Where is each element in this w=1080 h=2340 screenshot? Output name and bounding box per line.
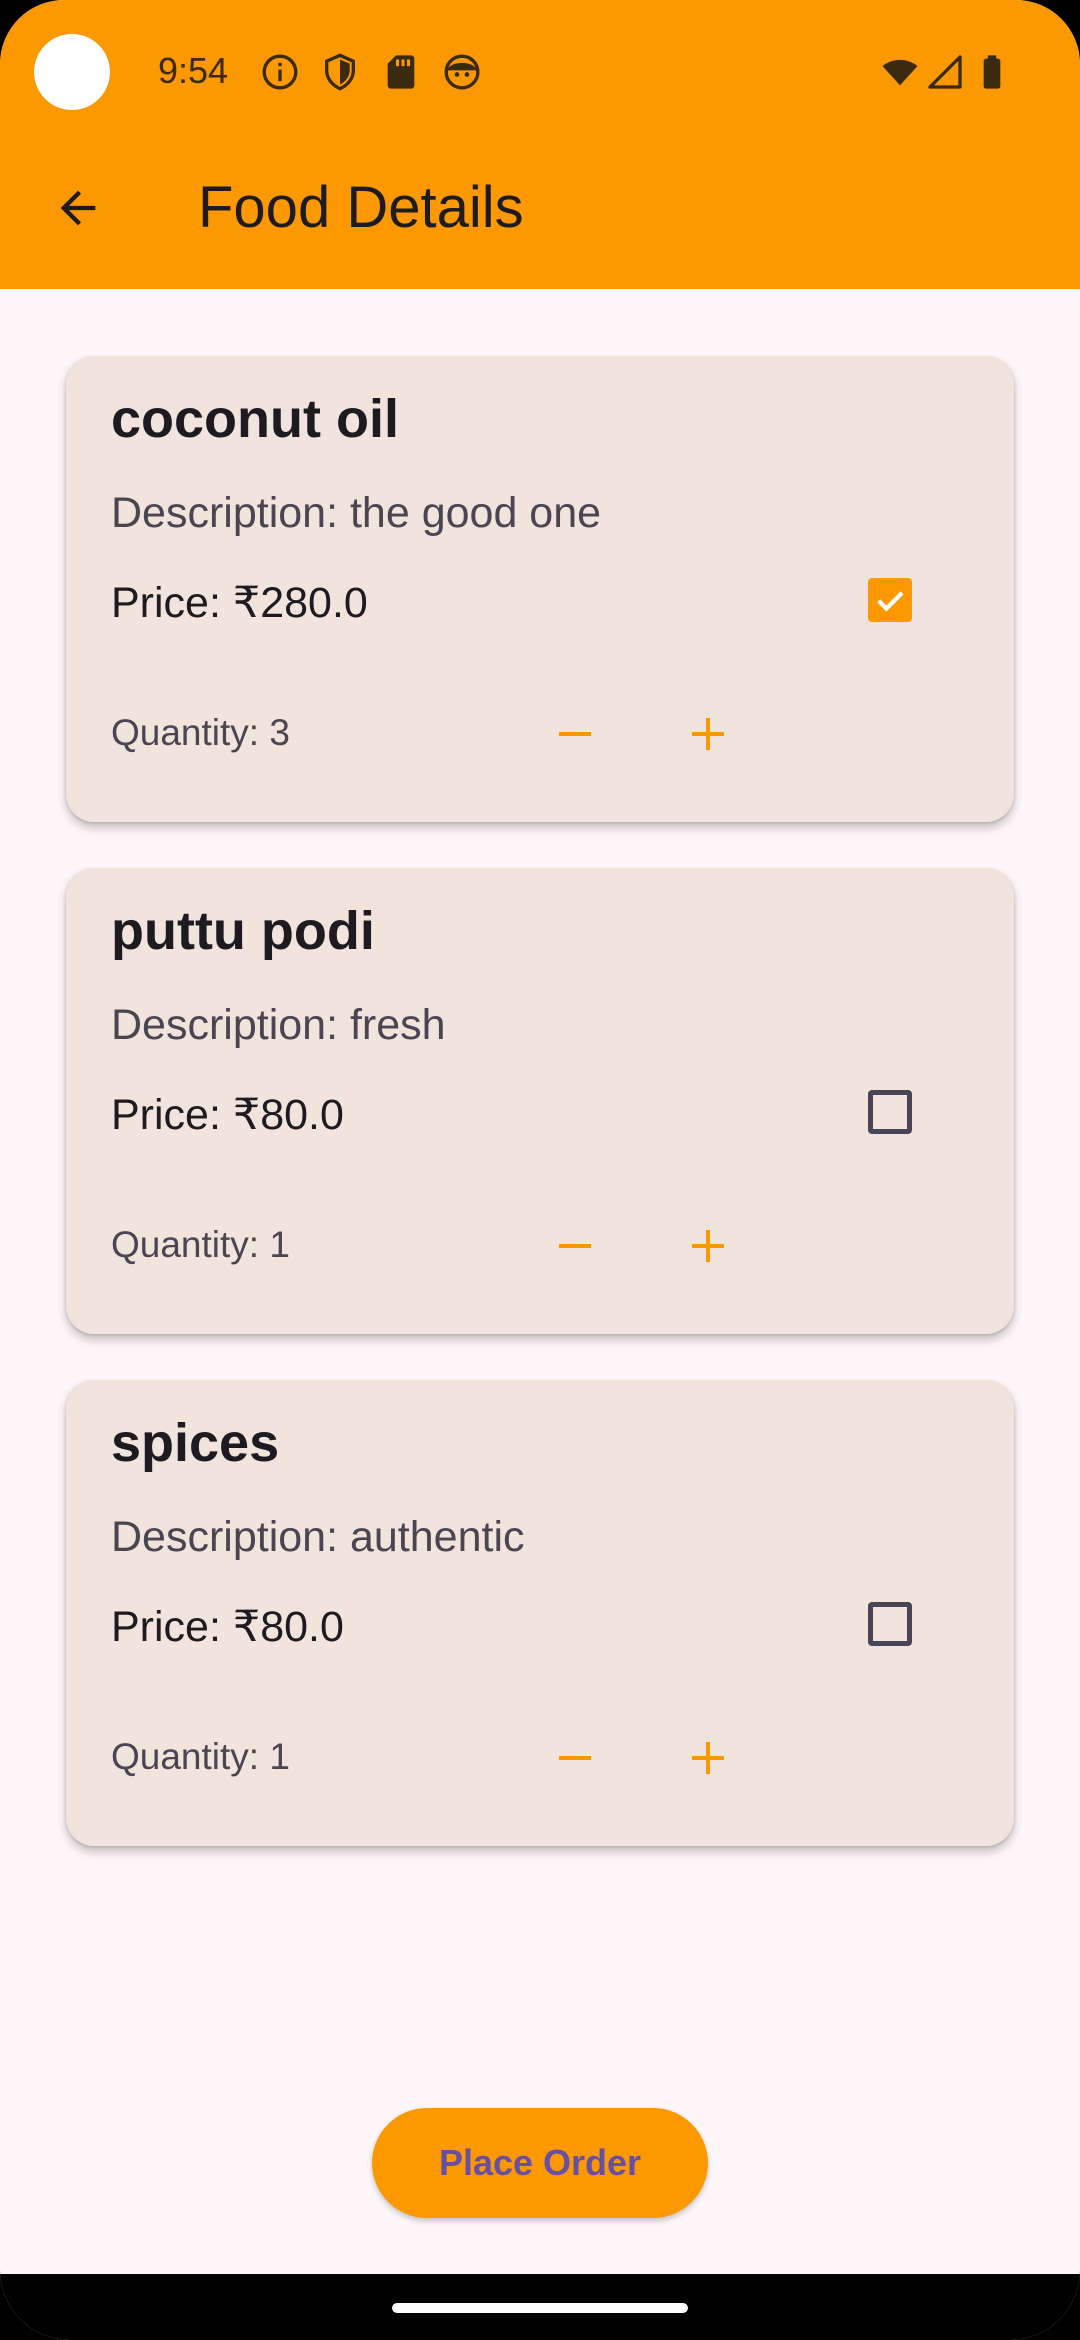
minus-icon: [559, 732, 591, 736]
minus-icon: [559, 1244, 591, 1248]
item-quantity: Quantity: 1: [111, 1736, 290, 1777]
sd-card-icon: [387, 55, 415, 89]
item-name: spices: [111, 1413, 280, 1473]
food-item-card: coconut oil Description: the good one Pr…: [66, 356, 1014, 822]
select-item-checkbox[interactable]: [854, 564, 926, 636]
increase-quantity-button[interactable]: [672, 698, 744, 770]
item-price: Price: ₹280.0: [111, 579, 368, 627]
item-price: Price: ₹80.0: [111, 1091, 344, 1139]
plus-icon: [692, 1742, 724, 1774]
back-button[interactable]: [42, 172, 114, 244]
item-quantity: Quantity: 3: [111, 712, 290, 753]
increase-quantity-button[interactable]: [672, 1722, 744, 1794]
plus-icon: [692, 718, 724, 750]
app-bar: 9:54 Food Details: [0, 0, 1080, 289]
screen: 9:54 Food Details coconut oil Descriptio…: [0, 0, 1080, 2340]
food-item-card: puttu podi Description: fresh Price: ₹80…: [66, 868, 1014, 1334]
camera-cutout: [34, 34, 110, 110]
item-quantity: Quantity: 1: [111, 1224, 290, 1265]
select-item-checkbox[interactable]: [854, 1076, 926, 1148]
food-item-card: spices Description: authentic Price: ₹80…: [66, 1380, 1014, 1846]
back-arrow-icon: [60, 190, 96, 226]
minus-icon: [559, 1756, 591, 1760]
page-title: Food Details: [198, 175, 524, 240]
status-time: 9:54: [158, 50, 229, 91]
item-description: Description: the good one: [111, 489, 602, 537]
plus-icon: [692, 1230, 724, 1262]
increase-quantity-button[interactable]: [672, 1210, 744, 1282]
decrease-quantity-button[interactable]: [539, 1210, 611, 1282]
item-price: Price: ₹80.0: [111, 1603, 344, 1651]
checkbox-unchecked: [868, 1090, 912, 1134]
check-icon: [877, 591, 904, 612]
navigation-bar: [0, 2274, 1080, 2340]
shield-icon: [325, 53, 355, 91]
battery-icon: [983, 55, 1001, 89]
item-name: puttu podi: [111, 901, 375, 961]
info-icon: [262, 54, 298, 90]
face-icon: [444, 54, 480, 90]
decrease-quantity-button[interactable]: [539, 1722, 611, 1794]
checkbox-checked: [868, 578, 912, 622]
checkbox-unchecked: [868, 1602, 912, 1646]
select-item-checkbox[interactable]: [854, 1588, 926, 1660]
item-name: coconut oil: [111, 389, 399, 449]
item-description: Description: fresh: [111, 1001, 446, 1049]
decrease-quantity-button[interactable]: [539, 698, 611, 770]
home-gesture-handle[interactable]: [392, 2303, 688, 2313]
item-description: Description: authentic: [111, 1513, 525, 1561]
signal-icon: [928, 55, 962, 89]
wifi-icon: [882, 59, 918, 86]
place-order-button[interactable]: Place Order: [372, 2108, 708, 2218]
